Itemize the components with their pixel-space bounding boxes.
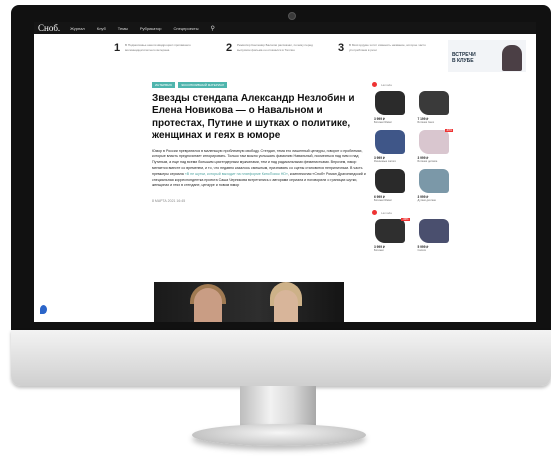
site-logo[interactable]: Сноб. xyxy=(38,23,60,33)
nav-item-club[interactable]: Клуб xyxy=(97,26,106,31)
series-link[interactable]: «В не шутки, который выходит на платформ… xyxy=(185,172,288,176)
banner-text: ВСТРЕЧИ В КЛУБЕ xyxy=(452,52,476,64)
nav-item-rubricator[interactable]: Рубрикатор xyxy=(140,26,162,31)
discount-badge: -30% xyxy=(444,129,453,132)
ad-header: Lamoda xyxy=(372,210,455,215)
photo-person-2-face xyxy=(274,290,298,322)
article-photo xyxy=(154,282,344,322)
ad-sidebar: Lamoda 3 999 ₽ Ботинки Rieker 7 199 ₽ Ботин… xyxy=(372,82,455,322)
shoe-image xyxy=(375,130,405,154)
article-date: 8 МАРТА 2021 16:45 xyxy=(152,199,186,204)
club-banner[interactable]: ВСТРЕЧИ В КЛУБЕ xyxy=(448,40,526,72)
product-name: Сапоги xyxy=(417,249,427,252)
article: ИНТЕРВЬЮ ЭКСКЛЮЗИВНЫЙ МАТЕРИАЛ Звезды ст… xyxy=(152,82,367,203)
product-name: Ботинки Geox xyxy=(417,121,435,124)
shoe-image xyxy=(418,130,449,154)
shoe-image xyxy=(375,219,405,243)
article-headline: Звезды стендапа Александр Незлобин и Еле… xyxy=(152,93,355,142)
product-card[interactable]: -30% 3 999 ₽ Ботинки xyxy=(372,217,412,254)
product-card[interactable]: 7 199 ₽ Ботинки Geox xyxy=(416,89,456,126)
screen: Сноб. Журнал Клуб Темы Рубрикатор Спецпр… xyxy=(34,22,536,322)
monitor-chin xyxy=(11,330,551,386)
ad-header: Lamoda xyxy=(372,82,455,87)
nav-item-specials[interactable]: Спецпроекты xyxy=(174,26,199,31)
product-name: Ботинки Rieker xyxy=(374,121,392,124)
product-card[interactable]: 6 999 ₽ Ботинки Rieker xyxy=(372,167,412,204)
product-card[interactable]: -30% 3 999 ₽ Ботинки детские xyxy=(416,128,456,165)
webcam-icon xyxy=(288,12,296,20)
promo-text: В Мосгордуме хотят изменить название, ко… xyxy=(349,43,426,52)
product-card[interactable]: 3 999 ₽ Резиновые сапоги xyxy=(372,128,412,165)
nav-item-journal[interactable]: Журнал xyxy=(70,26,85,31)
promo-number: 3 xyxy=(338,42,345,54)
tag-exclusive[interactable]: ЭКСКЛЮЗИВНЫЙ МАТЕРИАЛ xyxy=(178,82,228,88)
ad-block-2: Lamoda -30% 3 999 ₽ Ботинки 5 999 ₽ Сапоги xyxy=(372,210,455,254)
shoe-image xyxy=(375,169,405,193)
product-name: Ботинки xyxy=(374,249,384,252)
product-card[interactable]: 5 999 ₽ Сапоги xyxy=(416,217,456,254)
discount-badge: -30% xyxy=(401,218,410,221)
promo-number: 2 xyxy=(226,42,233,54)
product-name: Резиновые сапоги xyxy=(374,160,396,163)
product-grid: 3 999 ₽ Ботинки Rieker 7 199 ₽ Ботинки Geox… xyxy=(372,89,455,204)
top-navigation: Сноб. Журнал Клуб Темы Рубрикатор Спецпр… xyxy=(34,22,536,34)
banner-line: В КЛУБЕ xyxy=(452,58,474,64)
shoe-image xyxy=(418,219,449,243)
promo-strip: 1 В Подмосковье нашли квадроцикл пропавш… xyxy=(114,40,464,70)
banner-person-image xyxy=(502,45,522,71)
product-card[interactable]: 3 999 ₽ Дутики детские xyxy=(416,167,456,204)
store-name[interactable]: Lamoda xyxy=(381,83,392,87)
article-tags: ИНТЕРВЬЮ ЭКСКЛЮЗИВНЫЙ МАТЕРИАЛ xyxy=(152,82,367,88)
store-name[interactable]: Lamoda xyxy=(381,211,392,215)
nav-item-topics[interactable]: Темы xyxy=(118,26,128,31)
shoe-image xyxy=(418,169,449,193)
promo-number: 1 xyxy=(114,42,121,54)
tag-interview[interactable]: ИНТЕРВЬЮ xyxy=(152,82,176,88)
search-icon[interactable]: ⚲ xyxy=(210,25,214,32)
product-name: Ботинки детские xyxy=(417,160,438,163)
product-name: Дутики детские xyxy=(417,199,436,202)
promo-text: Режиссёр Кантемир Балагов рассказал, поч… xyxy=(237,43,313,52)
product-grid: -30% 3 999 ₽ Ботинки 5 999 ₽ Сапоги xyxy=(372,217,455,254)
article-lead: Юмор в России превратился в маленькую пр… xyxy=(152,149,367,190)
shoe-image xyxy=(375,91,405,115)
promo-item[interactable]: 3 В Мосгордуме хотят изменить название, … xyxy=(338,40,438,68)
store-logo-icon xyxy=(372,82,377,87)
location-marker-icon[interactable] xyxy=(40,305,47,314)
monitor-stand-base xyxy=(192,424,366,446)
shoe-image xyxy=(418,91,449,115)
product-name: Ботинки Rieker xyxy=(374,199,392,202)
product-card[interactable]: 3 999 ₽ Ботинки Rieker xyxy=(372,89,412,126)
photo-person-1-face xyxy=(194,288,222,322)
promo-text: В Подмосковье нашли квадроцикл пропавшег… xyxy=(125,43,191,52)
promo-item[interactable]: 2 Режиссёр Кантемир Балагов рассказал, п… xyxy=(226,40,326,68)
store-logo-icon xyxy=(372,210,377,215)
promo-item[interactable]: 1 В Подмосковье нашли квадроцикл пропавш… xyxy=(114,40,214,68)
monitor-stand-neck xyxy=(240,386,316,426)
